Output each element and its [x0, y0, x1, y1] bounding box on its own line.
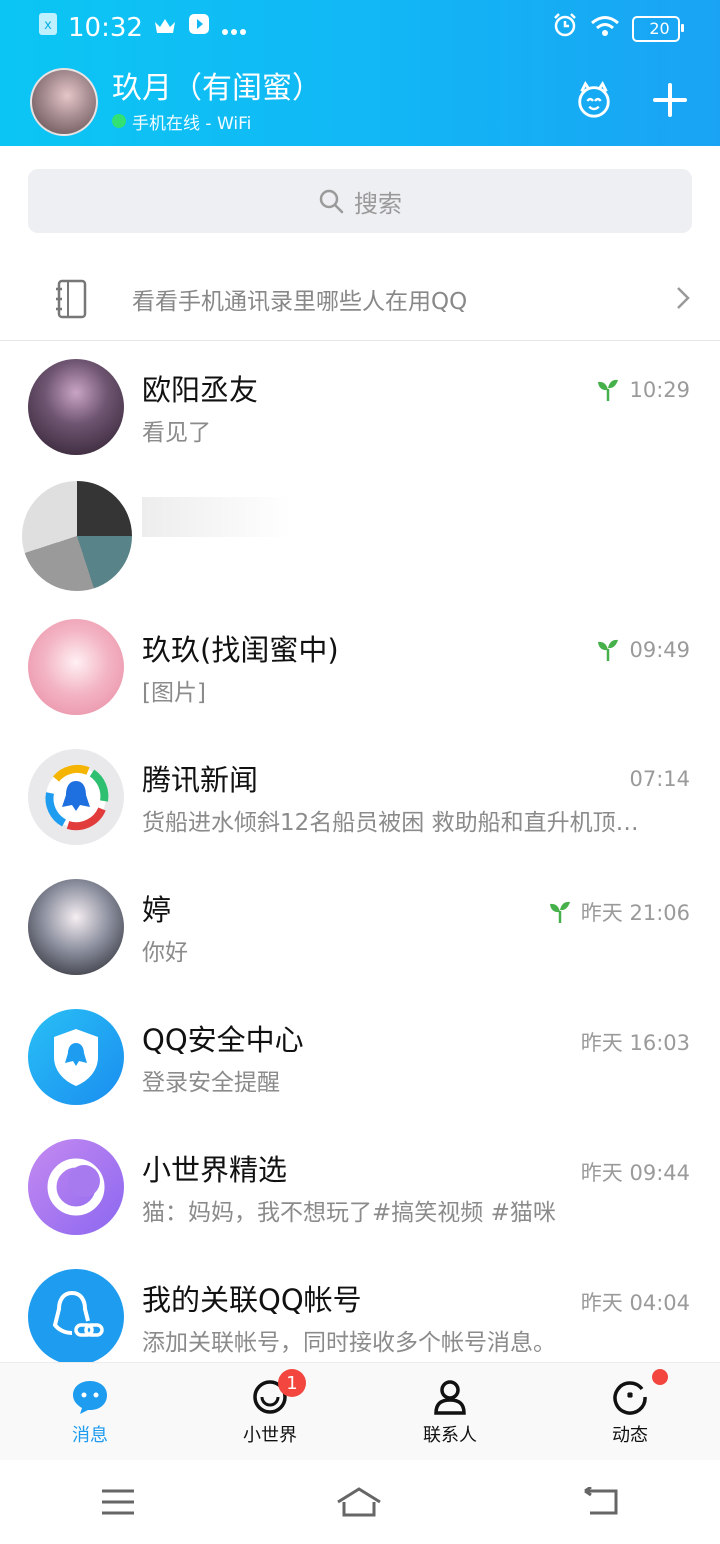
chevron-right-icon [677, 287, 690, 309]
mascot-icon [578, 80, 610, 118]
menu-icon[interactable] [100, 1488, 136, 1516]
message-icon [73, 1381, 107, 1414]
conversation-row[interactable]: 婷 你好 昨天 21:06 [0, 861, 720, 991]
alarm-icon [552, 12, 578, 45]
address-book-icon [56, 279, 87, 319]
sprout-icon [598, 639, 619, 661]
search-icon [319, 189, 344, 214]
nav-messages[interactable]: 消息 [0, 1363, 180, 1461]
security-shield-icon [54, 1029, 98, 1086]
contacts-tip[interactable]: 看看手机通讯录里哪些人在用QQ [0, 258, 720, 341]
search-placeholder: 搜索 [354, 189, 402, 218]
mascot-button[interactable] [574, 80, 614, 120]
status-bar: x 10:32 20 [0, 0, 720, 56]
conversation-preview: 添加关联帐号，同时接收多个帐号消息。 [142, 1330, 556, 1356]
conversation-name: 玖玖(找闺蜜中) [142, 633, 339, 667]
more-dots-icon [221, 13, 247, 43]
conversation-name: 婷 [142, 893, 172, 927]
user-name: 玖月（有闺蜜） [112, 70, 322, 106]
search-input[interactable]: 搜索 [28, 169, 692, 233]
system-nav-bar [0, 1460, 720, 1544]
avatar[interactable] [28, 879, 124, 975]
conversation-time: 昨天 04:04 [580, 1291, 690, 1315]
conversation-time: 07:14 [629, 767, 690, 791]
battery-level: 20 [649, 19, 670, 38]
bottom-nav: 消息 小世界 1 联系人 动态 [0, 1362, 720, 1461]
add-button[interactable] [650, 80, 690, 120]
tencent-news-logo-icon [45, 765, 109, 831]
user-avatar[interactable] [30, 68, 98, 136]
sprout-icon [598, 379, 619, 401]
conversation-row[interactable]: 欧阳丞友 看见了 10:29 [0, 341, 720, 471]
nav-label: 消息 [72, 1425, 108, 1446]
nav-small-world[interactable]: 小世界 1 [180, 1363, 360, 1461]
conversation-preview: 猫：妈妈，我不想玩了#搞笑视频 #猫咪 [142, 1200, 556, 1226]
svg-text:x: x [44, 18, 52, 33]
online-status: 手机在线 - WiFi [112, 109, 322, 134]
sim-icon: x [38, 12, 58, 43]
conversation-time: 昨天 09:44 [580, 1161, 690, 1185]
avatar[interactable] [28, 359, 124, 455]
wifi-icon [590, 14, 620, 44]
avatar[interactable] [28, 1009, 124, 1105]
conversation-name: 小世界精选 [142, 1153, 288, 1187]
conversation-preview: [图片] [142, 680, 206, 706]
linked-account-icon [52, 1291, 104, 1337]
nav-label: 联系人 [423, 1425, 477, 1446]
conversation-preview: 货船进水倾斜12名船员被困 救助船和直升机顶… [142, 810, 639, 836]
conversation-preview: 看见了 [142, 420, 211, 446]
avatar[interactable] [28, 619, 124, 715]
profile-area[interactable]: 玖月（有闺蜜） 手机在线 - WiFi [30, 68, 322, 136]
avatar[interactable] [28, 1269, 124, 1365]
contacts-icon [434, 1380, 466, 1415]
conversation-row[interactable]: 腾讯新闻 货船进水倾斜12名船员被困 救助船和直升机顶… 07:14 [0, 731, 720, 861]
avatar[interactable] [22, 481, 132, 591]
online-dot-icon [112, 114, 126, 128]
conversation-row[interactable]: 小世界精选 猫：妈妈，我不想玩了#搞笑视频 #猫咪 昨天 09:44 [0, 1121, 720, 1251]
conversation-preview: 你好 [142, 940, 188, 966]
contacts-tip-text: 看看手机通讯录里哪些人在用QQ [132, 289, 468, 315]
avatar[interactable] [28, 1139, 124, 1235]
online-status-text: 手机在线 - WiFi [132, 113, 252, 134]
small-world-logo-icon [47, 1158, 105, 1216]
nav-label: 小世界 [243, 1425, 297, 1446]
conversation-name [142, 497, 292, 537]
battery-icon: 20 [632, 15, 684, 42]
nav-contacts[interactable]: 联系人 [360, 1363, 540, 1461]
conversation-time: 09:49 [629, 638, 690, 662]
activity-dot [652, 1369, 668, 1385]
avatar[interactable] [28, 749, 124, 845]
sprout-icon [549, 901, 570, 923]
nav-label: 动态 [612, 1425, 648, 1446]
back-icon[interactable] [582, 1487, 620, 1517]
activity-icon [613, 1381, 647, 1415]
conversation-list: 欧阳丞友 看见了 10:29 玖玖(找闺蜜中) [图片] 09:49 腾讯新闻 … [0, 341, 720, 1381]
notification-badge: 1 [278, 1369, 306, 1397]
plus-icon [653, 83, 687, 117]
conversation-time: 昨天 21:06 [580, 901, 690, 925]
status-time: 10:32 [68, 12, 143, 43]
crown-icon [153, 13, 177, 43]
conversation-time: 10:29 [629, 378, 690, 402]
conversation-row[interactable] [0, 471, 720, 601]
conversation-name: 欧阳丞友 [142, 373, 259, 407]
conversation-row[interactable]: QQ安全中心 登录安全提醒 昨天 16:03 [0, 991, 720, 1121]
conversation-name: 我的关联QQ帐号 [142, 1283, 362, 1317]
video-icon [187, 12, 211, 43]
nav-activity[interactable]: 动态 [540, 1363, 720, 1461]
home-icon[interactable] [335, 1486, 383, 1518]
app-header: x 10:32 20 玖月（有闺蜜） 手机在线 - WiFi [0, 0, 720, 146]
conversation-time: 昨天 16:03 [580, 1031, 690, 1055]
conversation-name: 腾讯新闻 [142, 763, 259, 797]
conversation-row[interactable]: 玖玖(找闺蜜中) [图片] 09:49 [0, 601, 720, 731]
conversation-name: QQ安全中心 [142, 1023, 304, 1057]
conversation-preview: 登录安全提醒 [142, 1070, 280, 1096]
